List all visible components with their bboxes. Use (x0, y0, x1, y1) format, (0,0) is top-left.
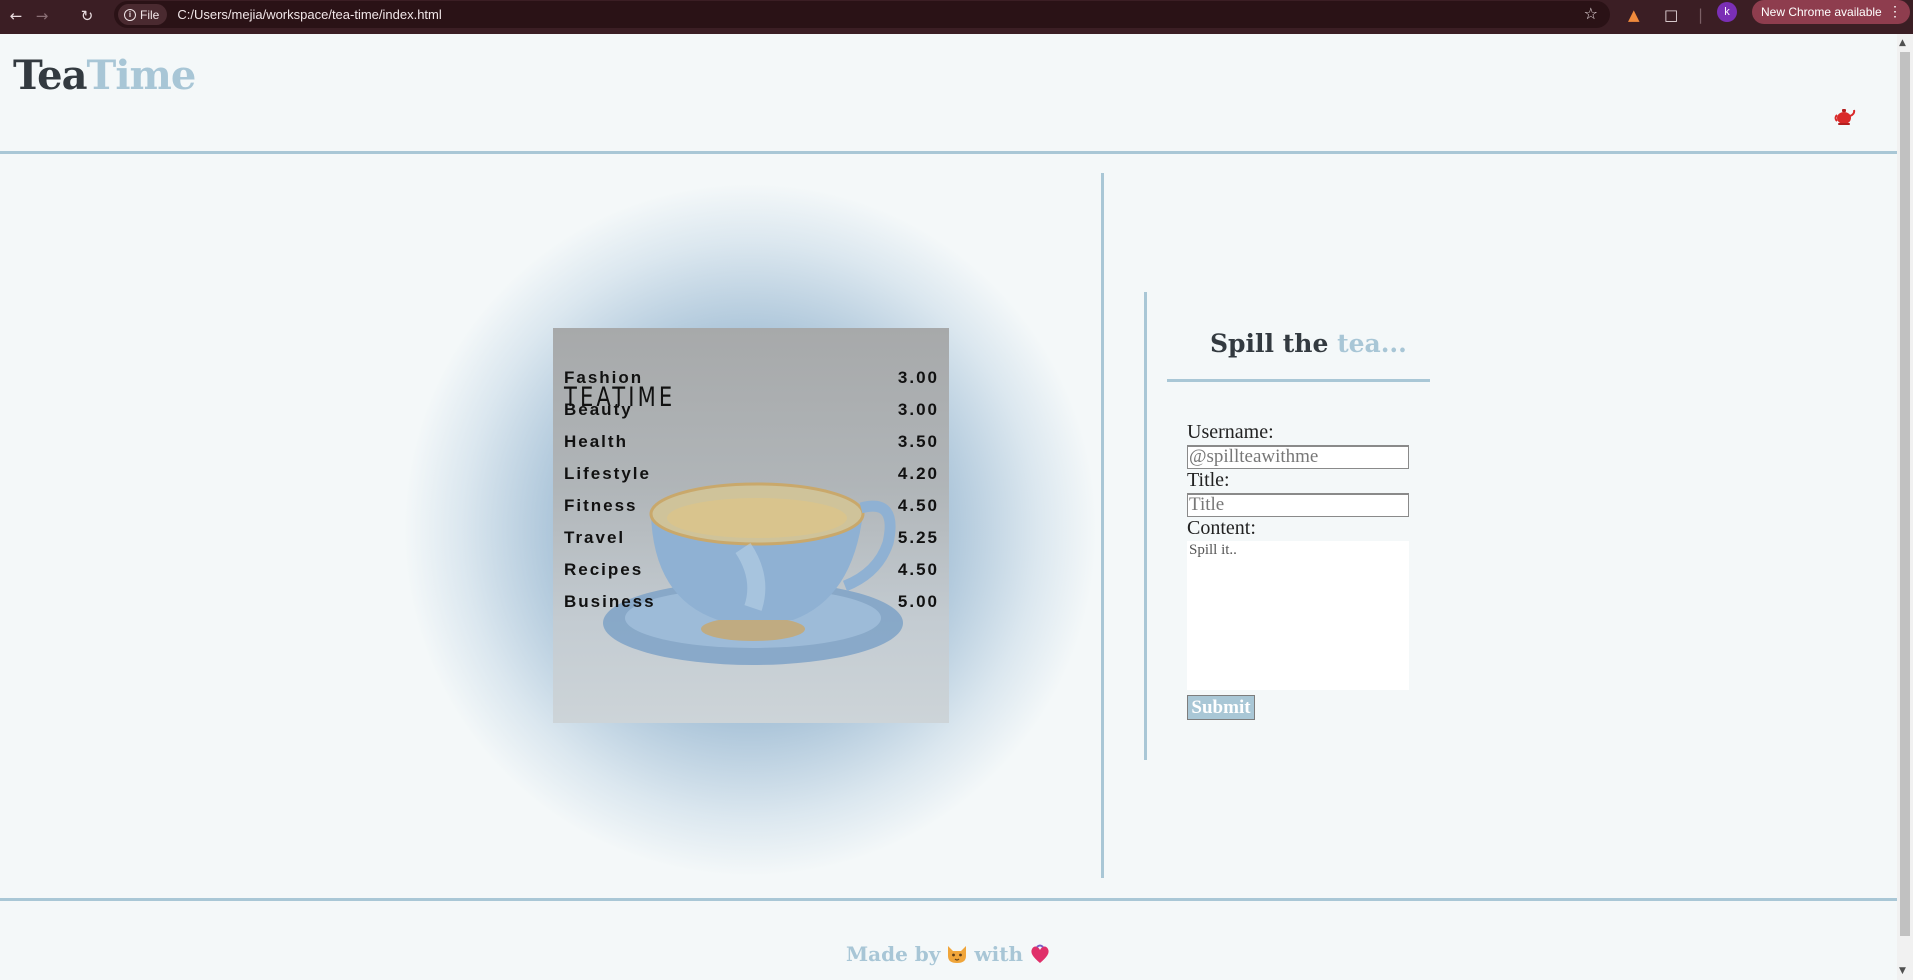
extensions-puzzle-icon[interactable]: □ (1664, 6, 1678, 24)
menu-item-name: Travel (564, 528, 626, 547)
heart-icon (1031, 944, 1049, 963)
footer-divider (0, 898, 1897, 901)
menu-row: Lifestyle 4.20 (564, 464, 939, 484)
content-textarea[interactable]: Spill it.. (1187, 541, 1409, 690)
tea-menu-image: TEATIME Fashion 3.00 Beauty 3.00 Health … (553, 328, 949, 723)
footer-with: with (974, 942, 1023, 966)
cat-icon (948, 946, 967, 963)
more-menu-icon[interactable]: ⋮ (1888, 3, 1902, 20)
scroll-down-arrow-icon[interactable]: ▼ (1899, 966, 1906, 976)
toolbar-divider: | (1698, 6, 1704, 24)
submit-button[interactable]: Submit (1187, 695, 1255, 720)
username-label: Username: (1187, 421, 1274, 443)
reload-icon[interactable]: ↻ (73, 4, 101, 28)
site-info-chip[interactable]: i File (118, 4, 168, 25)
logo-time: Time (86, 52, 197, 99)
menu-row: Recipes 4.50 (564, 560, 939, 580)
info-icon: i (124, 8, 136, 21)
content-label: Content: (1187, 517, 1256, 539)
form-title-underline (1167, 379, 1430, 382)
browser-toolbar: ← → ↻ i File C:/Users/mejia/workspace/te… (0, 0, 1913, 34)
footer-made-by: Made by (846, 942, 941, 966)
title-label: Title: (1187, 469, 1230, 491)
menu-item-name: Health (564, 432, 628, 451)
url-text[interactable]: C:/Users/mejia/workspace/tea-time/index.… (177, 7, 441, 22)
username-input[interactable]: @spillteawithme (1187, 445, 1409, 469)
footer: Made by with (0, 942, 1897, 966)
menu-item-price: 3.00 (897, 368, 939, 387)
menu-item-name: Beauty (564, 400, 633, 419)
menu-item-name: Lifestyle (564, 464, 651, 483)
menu-row: Fitness 4.50 (564, 496, 939, 516)
menu-row: Health 3.50 (564, 432, 939, 452)
back-arrow-icon[interactable]: ← (2, 4, 30, 28)
menu-row: Fashion 3.00 (564, 368, 939, 388)
menu-item-name: Business (564, 592, 656, 611)
bookmark-star-icon[interactable]: ☆ (1584, 4, 1598, 23)
chrome-update-button[interactable]: New Chrome available ⋮ (1752, 0, 1910, 24)
menu-item-price: 4.50 (897, 496, 939, 515)
menu-item-name: Fitness (564, 496, 638, 515)
form-border-left (1144, 292, 1147, 760)
menu-item-price: 4.20 (897, 464, 939, 483)
teapot-icon[interactable] (1834, 106, 1856, 126)
form-title-main: Spill the (1210, 329, 1329, 358)
logo-tea: Tea (13, 52, 88, 99)
site-logo[interactable]: TeaTime (13, 52, 197, 99)
file-chip-label: File (140, 7, 160, 22)
menu-item-price: 4.50 (897, 560, 939, 579)
menu-row: Beauty 3.00 (564, 400, 939, 420)
fox-extension-icon[interactable]: ▲ (1628, 6, 1640, 24)
menu-item-price: 3.50 (897, 432, 939, 451)
header-divider (0, 151, 1897, 154)
menu-item-price: 5.25 (897, 528, 939, 547)
menu-item-price: 5.00 (897, 592, 939, 611)
profile-avatar[interactable]: k (1717, 2, 1737, 22)
content-divider (1101, 173, 1104, 878)
scrollbar-thumb[interactable] (1900, 52, 1910, 936)
form-title: Spill the tea... (1210, 329, 1407, 358)
form-title-accent: tea... (1337, 329, 1407, 358)
menu-row: Travel 5.25 (564, 528, 939, 548)
menu-item-name: Fashion (564, 368, 644, 387)
menu-row: Business 5.00 (564, 592, 939, 612)
menu-item-name: Recipes (564, 560, 644, 579)
scroll-up-arrow-icon[interactable]: ▲ (1899, 38, 1906, 48)
forward-arrow-icon[interactable]: → (28, 4, 56, 28)
update-label: New Chrome available (1761, 5, 1882, 19)
menu-item-price: 3.00 (897, 400, 939, 419)
title-input[interactable]: Title (1187, 493, 1409, 517)
address-bar[interactable]: i File C:/Users/mejia/workspace/tea-time… (114, 1, 1610, 28)
